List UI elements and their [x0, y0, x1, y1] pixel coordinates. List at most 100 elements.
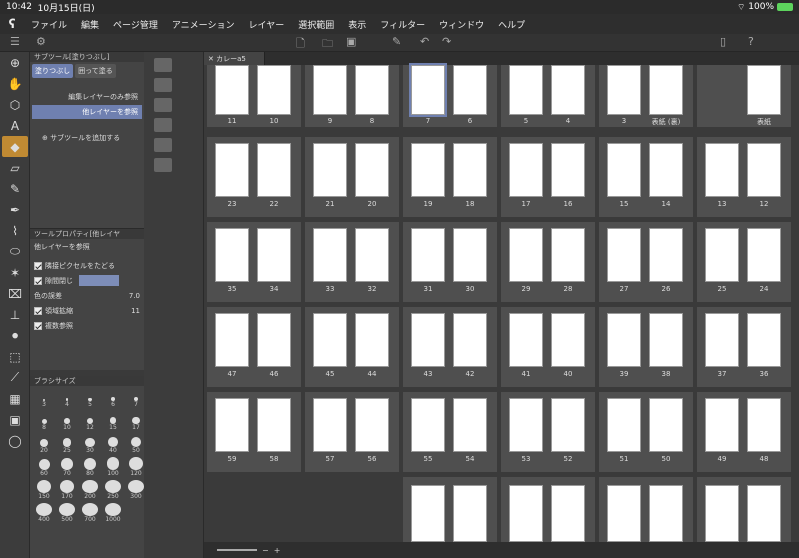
tool-icon[interactable]: ⌧	[2, 283, 28, 304]
gap-level-selector[interactable]	[79, 275, 119, 286]
page-thumbnail[interactable]	[509, 398, 543, 452]
page-thumbnail[interactable]	[607, 398, 641, 452]
page-thumbnail[interactable]	[313, 313, 347, 367]
page-thumbnail[interactable]	[509, 65, 543, 115]
menu-item[interactable]: ページ管理	[106, 21, 165, 31]
brush-size-preset[interactable]: 100	[103, 457, 123, 477]
brush-size-preset[interactable]: 150	[34, 480, 54, 500]
tool-icon[interactable]: ⬡	[2, 94, 28, 115]
page-thumbnail[interactable]	[313, 65, 347, 115]
multiple-referencing-option[interactable]: 複数参照	[30, 318, 144, 333]
page-thumbnail[interactable]	[313, 398, 347, 452]
brush-size-preset[interactable]: 170	[57, 480, 77, 500]
page-thumbnail[interactable]	[355, 398, 389, 452]
page-thumbnail[interactable]	[705, 313, 739, 367]
page-thumbnail[interactable]	[607, 485, 641, 542]
page-thumbnail[interactable]	[355, 143, 389, 197]
checkbox-checked[interactable]	[34, 276, 42, 285]
brush-size-preset[interactable]: 4	[57, 388, 77, 408]
brush-size-preset[interactable]: 80	[80, 457, 100, 477]
settings-icon[interactable]: ⚙	[36, 35, 46, 48]
brush-size-preset[interactable]: 1000	[103, 503, 123, 523]
page-spread[interactable]: 表紙	[697, 65, 791, 127]
add-subtool-button[interactable]: ⊕ サブツールを追加する	[30, 127, 144, 149]
panel-toggle-icon[interactable]	[154, 138, 172, 152]
checkbox-checked[interactable]	[34, 261, 42, 270]
menu-item[interactable]: ヘルプ	[491, 21, 532, 31]
tool-icon[interactable]: ▱	[2, 157, 28, 178]
page-spread[interactable]: 54	[501, 65, 595, 127]
tool-icon[interactable]: ✎	[2, 178, 28, 199]
device-icon[interactable]: ▯	[720, 35, 726, 48]
brush-size-preset[interactable]: 40	[103, 434, 123, 454]
tool-icon[interactable]: ✶	[2, 262, 28, 283]
menu-item[interactable]: ファイル	[24, 21, 74, 31]
page-spread[interactable]: 27 26	[599, 222, 693, 302]
page-thumbnail[interactable]	[509, 313, 543, 367]
brush-size-preset[interactable]: 15	[103, 411, 123, 431]
page-thumbnail[interactable]	[409, 63, 447, 117]
page-thumbnail[interactable]	[649, 143, 683, 197]
close-tab-icon[interactable]: ✕	[208, 55, 216, 63]
page-thumbnail[interactable]	[313, 143, 347, 197]
panel-toggle-icon[interactable]	[154, 158, 172, 172]
page-thumbnail[interactable]	[649, 398, 683, 452]
page-thumbnail[interactable]	[551, 485, 585, 542]
page-thumbnail[interactable]	[551, 65, 585, 115]
page-thumbnail[interactable]	[747, 143, 781, 197]
tool-icon[interactable]: ✒	[2, 199, 28, 220]
page-thumbnail[interactable]	[257, 398, 291, 452]
menu-item[interactable]: フィルター	[373, 21, 432, 31]
page-thumbnail[interactable]	[411, 313, 445, 367]
brush-size-preset[interactable]: 120	[126, 457, 146, 477]
page-spread[interactable]: 76	[403, 63, 497, 127]
color-margin-value[interactable]: 7.0	[129, 292, 140, 300]
page-spread[interactable]: 59 58	[207, 392, 301, 472]
checkbox-checked[interactable]	[34, 306, 42, 315]
tool-icon[interactable]: ▦	[2, 388, 28, 409]
brush-size-preset[interactable]: 200	[80, 480, 100, 500]
menu-item[interactable]: ウィンドウ	[432, 21, 491, 31]
page-thumbnail[interactable]	[215, 228, 249, 282]
page-thumbnail[interactable]	[257, 143, 291, 197]
page-thumbnail[interactable]	[649, 65, 683, 115]
brush-size-preset[interactable]: 20	[34, 434, 54, 454]
page-thumbnail[interactable]	[551, 398, 585, 452]
page-thumbnail[interactable]	[551, 313, 585, 367]
thumbnail-size-slider[interactable]	[217, 549, 257, 551]
panel-toggle-icon[interactable]	[154, 78, 172, 92]
page-thumbnail[interactable]	[649, 485, 683, 542]
page-spread[interactable]	[599, 477, 693, 542]
page-spread[interactable]: 41 40	[501, 307, 595, 387]
page-thumbnail[interactable]	[607, 228, 641, 282]
page-thumbnail[interactable]	[215, 398, 249, 452]
page-spread[interactable]: 19 18	[403, 137, 497, 217]
page-thumbnail[interactable]	[509, 485, 543, 542]
brush-size-preset[interactable]: 12	[80, 411, 100, 431]
menu-item[interactable]: 表示	[341, 21, 373, 31]
page-thumbnail[interactable]	[411, 228, 445, 282]
page-thumbnail[interactable]	[747, 313, 781, 367]
menu-item[interactable]: レイヤー	[242, 21, 292, 31]
brush-size-preset[interactable]: 8	[34, 411, 54, 431]
page-spread[interactable]	[697, 477, 791, 542]
checkbox-checked[interactable]	[34, 321, 42, 330]
page-thumbnail[interactable]	[705, 143, 739, 197]
brush-size-preset[interactable]: 30	[80, 434, 100, 454]
page-thumbnail[interactable]	[355, 228, 389, 282]
page-spread[interactable]	[501, 477, 595, 542]
page-spread[interactable]: 15 14	[599, 137, 693, 217]
page-thumbnail[interactable]	[453, 485, 487, 542]
brush-size-preset[interactable]: 6	[103, 388, 123, 408]
page-spread[interactable]: 29 28	[501, 222, 595, 302]
brush-size-preset[interactable]: 50	[126, 434, 146, 454]
panel-toggle-icon[interactable]	[154, 118, 172, 132]
page-spread[interactable]: 37 36	[697, 307, 791, 387]
page-spread[interactable]: 31 30	[403, 222, 497, 302]
page-thumbnail[interactable]	[453, 65, 487, 115]
brush-size-preset[interactable]: 300	[126, 480, 146, 500]
menu-item[interactable]: 編集	[74, 21, 106, 31]
color-margin-option[interactable]: 色の誤差 7.0	[30, 288, 144, 303]
page-thumbnail[interactable]	[257, 65, 291, 115]
page-thumbnail[interactable]	[747, 485, 781, 542]
